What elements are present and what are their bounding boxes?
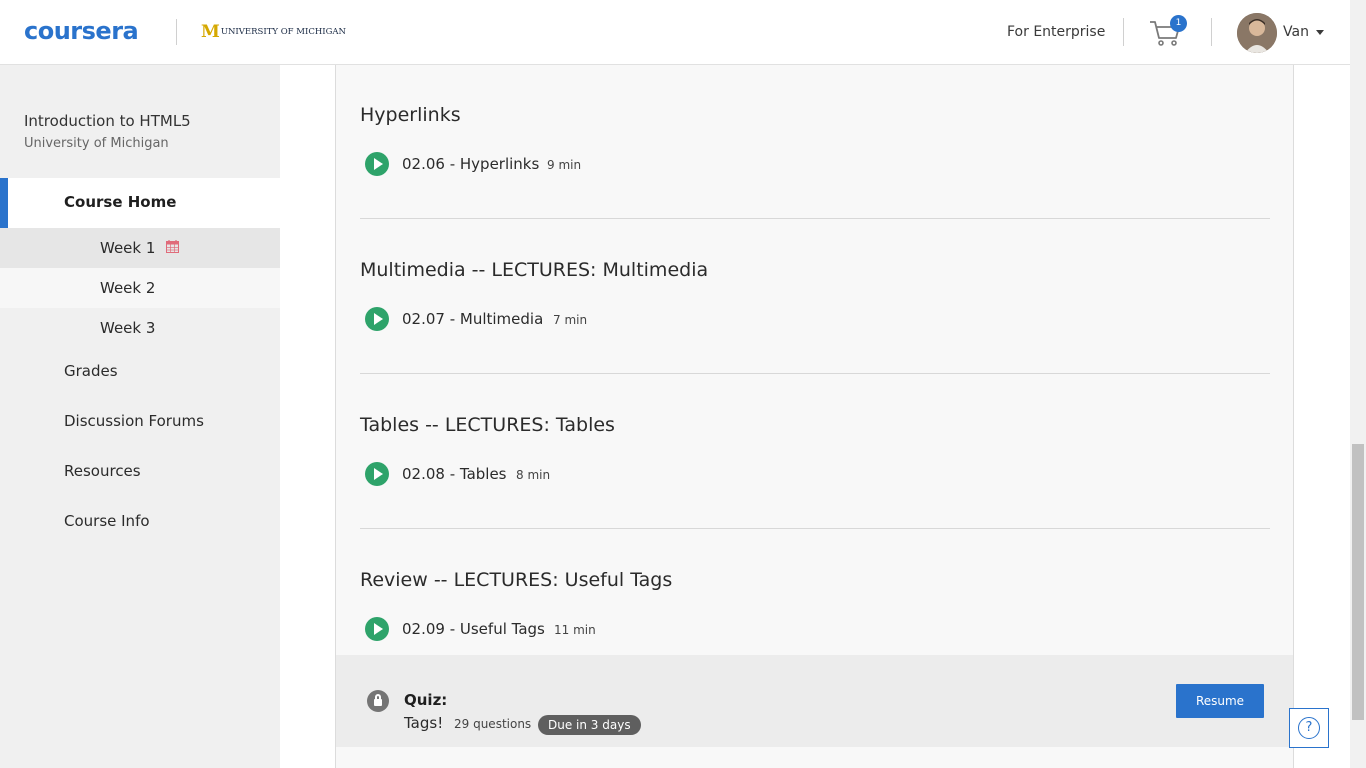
calendar-icon	[166, 240, 179, 253]
sidebar-item-label: Week 3	[100, 319, 156, 337]
section-divider	[360, 528, 1270, 529]
sidebar-item-resources[interactable]: Resources	[64, 462, 141, 480]
header-divider	[1123, 18, 1124, 46]
page-scrollbar[interactable]	[1350, 0, 1366, 768]
logo-divider	[176, 19, 177, 45]
for-enterprise-link[interactable]: For Enterprise	[1007, 24, 1105, 40]
lesson-link[interactable]: 02.07 - Multimedia	[402, 310, 543, 328]
lesson-duration: 9 min	[547, 158, 582, 172]
university-name: UNIVERSITY OF MICHIGAN	[220, 27, 346, 37]
lock-icon	[367, 690, 389, 712]
course-sidebar: Introduction to HTML5 University of Mich…	[0, 65, 280, 768]
header-divider	[1211, 18, 1212, 46]
lesson-link[interactable]: 02.09 - Useful Tags	[402, 620, 545, 638]
coursera-logo[interactable]: coursera	[24, 17, 139, 45]
avatar[interactable]	[1237, 13, 1277, 53]
section-title: Review -- LECTURES: Useful Tags	[360, 569, 673, 591]
sidebar-item-label: Course Home	[64, 193, 177, 211]
section-divider	[360, 373, 1270, 374]
scrollbar-thumb[interactable]	[1352, 444, 1364, 720]
section-title: Multimedia -- LECTURES: Multimedia	[360, 259, 709, 281]
play-icon[interactable]	[365, 152, 389, 176]
sidebar-item-course-home[interactable]: Course Home	[0, 178, 280, 228]
sidebar-item-discussion-forums[interactable]: Discussion Forums	[64, 412, 204, 430]
michigan-m-mark: M	[201, 22, 220, 42]
top-header: coursera M UNIVERSITY OF MICHIGAN For En…	[0, 0, 1350, 65]
quiz-name[interactable]: Tags!	[404, 714, 443, 732]
quiz-row	[336, 655, 1293, 747]
lesson-duration: 11 min	[554, 623, 596, 637]
lesson-link[interactable]: 02.06 - Hyperlinks	[402, 155, 539, 173]
lesson-duration: 8 min	[516, 468, 551, 482]
due-date-badge: Due in 3 days	[538, 715, 641, 735]
play-icon[interactable]	[365, 617, 389, 641]
chevron-down-icon[interactable]	[1316, 30, 1324, 35]
sidebar-item-label: Week 1	[100, 239, 156, 257]
quiz-type-label: Quiz:	[404, 691, 448, 709]
play-icon[interactable]	[365, 307, 389, 331]
quiz-question-count: 29 questions	[454, 717, 532, 731]
section-title: Tables -- LECTURES: Tables	[360, 414, 615, 436]
cart-count-badge: 1	[1170, 15, 1187, 32]
sidebar-item-label: Week 2	[100, 279, 156, 297]
sidebar-item-course-info[interactable]: Course Info	[64, 512, 150, 530]
university-logo[interactable]: M UNIVERSITY OF MICHIGAN	[201, 22, 346, 42]
help-button[interactable]: ?	[1289, 708, 1329, 748]
lesson-link[interactable]: 02.08 - Tables	[402, 465, 507, 483]
username[interactable]: Van	[1283, 24, 1309, 40]
section-title: Hyperlinks	[360, 104, 461, 126]
section-divider	[360, 218, 1270, 219]
resume-button[interactable]: Resume	[1176, 684, 1264, 718]
sidebar-item-week-2[interactable]: Week 2	[0, 268, 280, 308]
course-organization: University of Michigan	[24, 136, 169, 151]
avatar-photo	[1237, 13, 1277, 53]
sidebar-item-week-3[interactable]: Week 3	[0, 308, 280, 348]
play-icon[interactable]	[365, 462, 389, 486]
sidebar-item-week-1[interactable]: Week 1	[0, 228, 280, 268]
sidebar-item-grades[interactable]: Grades	[64, 362, 118, 380]
lesson-duration: 7 min	[553, 313, 588, 327]
course-title[interactable]: Introduction to HTML5	[24, 112, 191, 130]
active-indicator	[0, 178, 8, 228]
help-icon: ?	[1298, 717, 1320, 739]
